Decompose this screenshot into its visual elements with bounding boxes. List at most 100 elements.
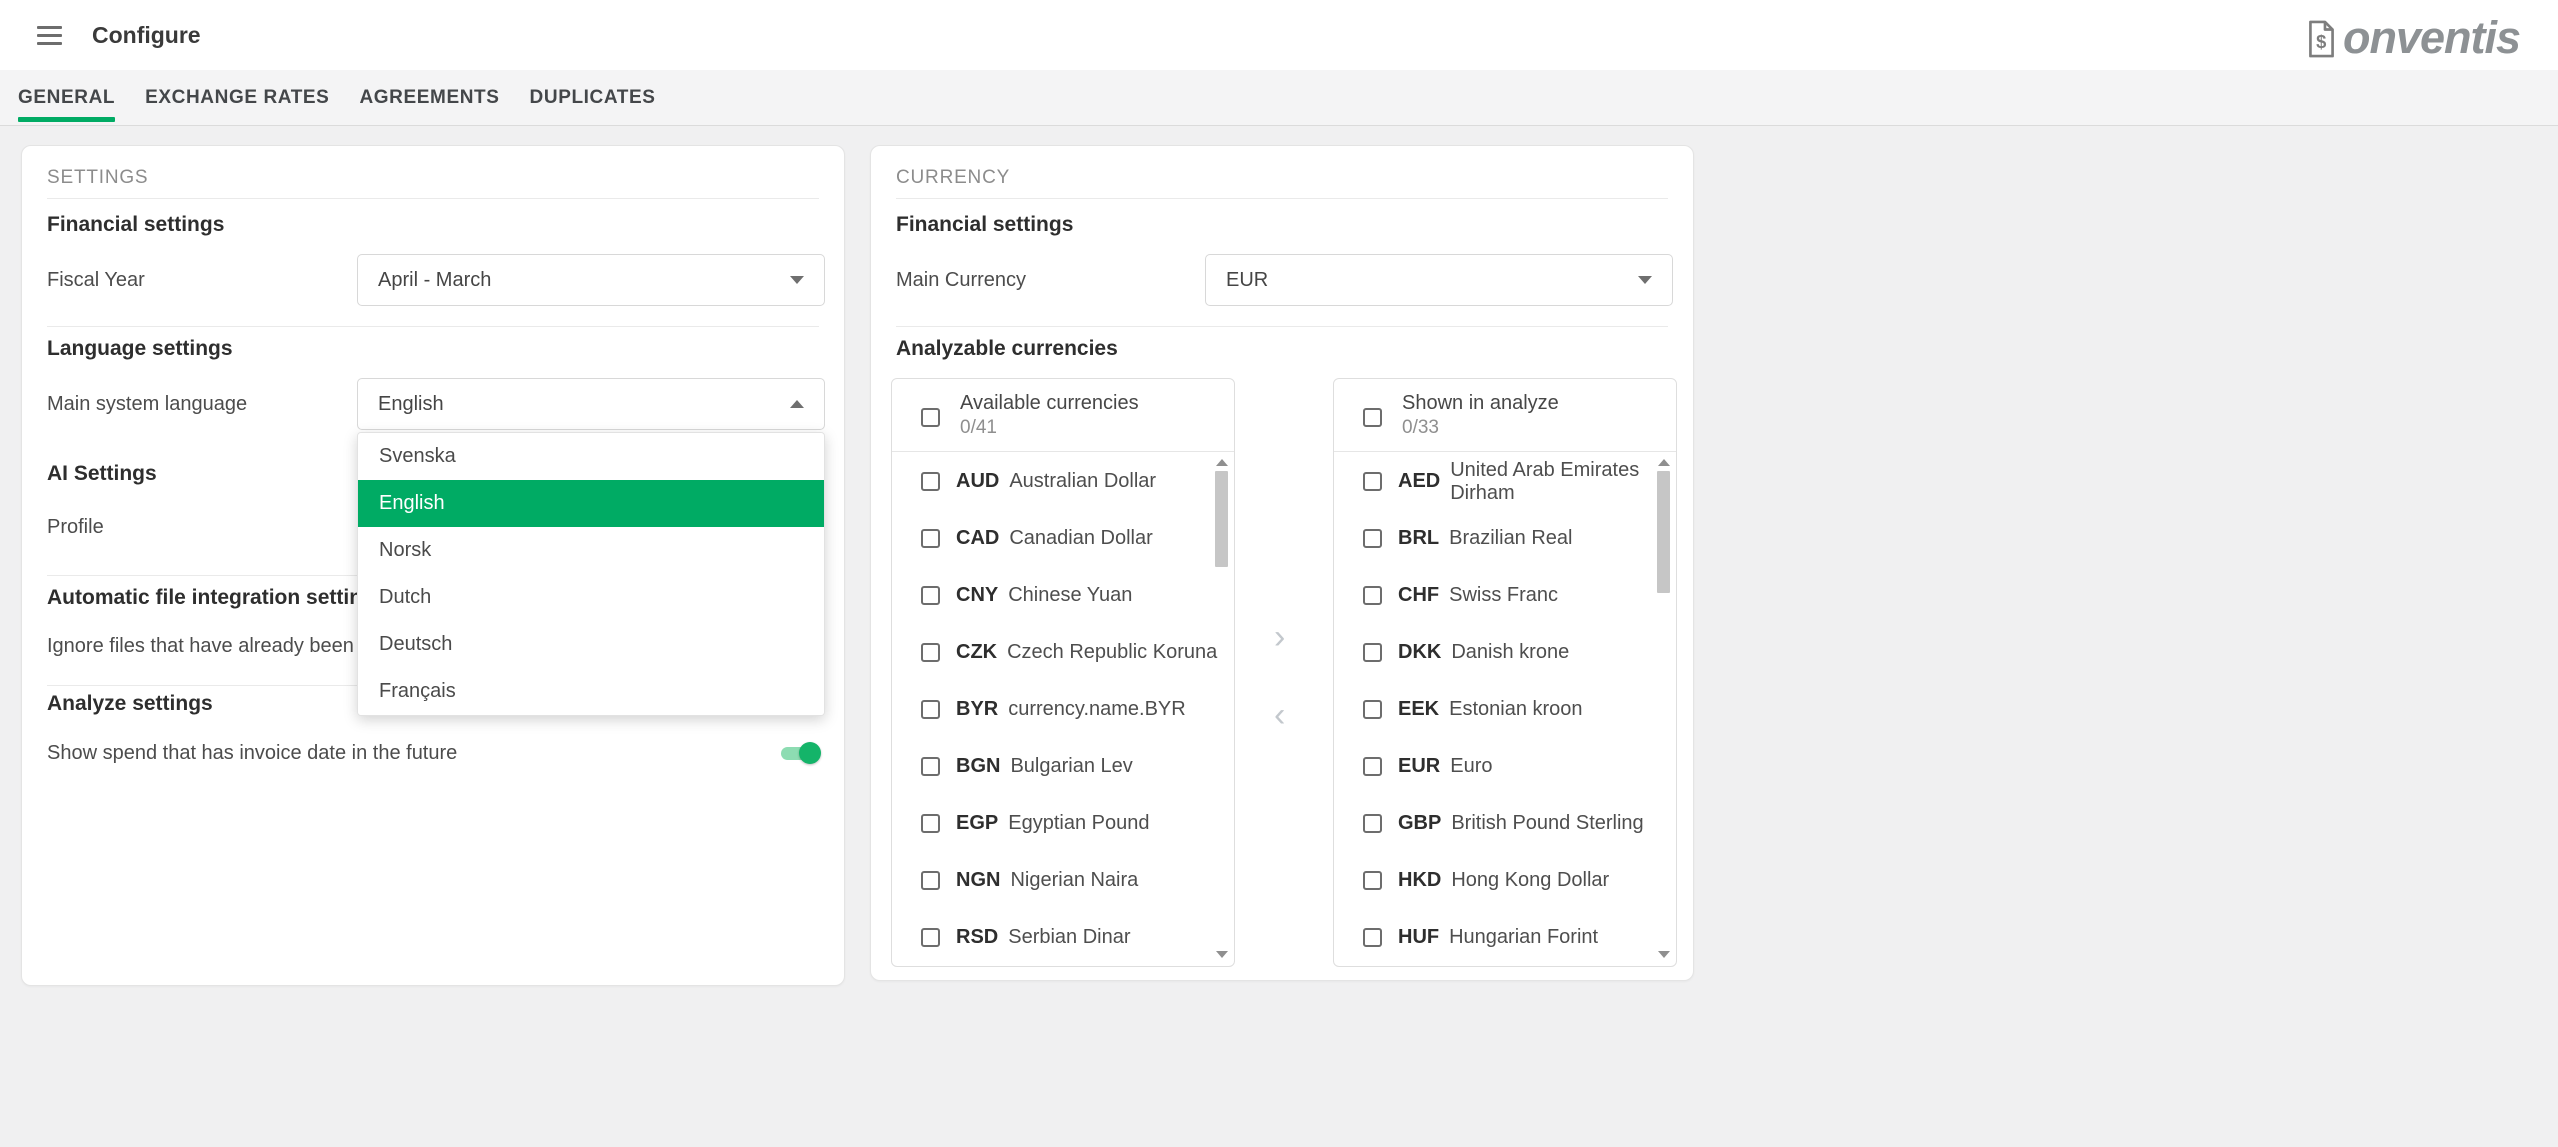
currency-name: Bulgarian Lev (1010, 755, 1132, 778)
currency-list-item[interactable]: CNY Chinese Yuan (892, 567, 1234, 624)
available-currencies-label: Available currencies (960, 391, 1139, 416)
toggle-knob (799, 742, 821, 764)
currency-checkbox[interactable] (921, 529, 940, 548)
main-system-language-value: English (378, 393, 444, 416)
currency-code: CZK (956, 641, 997, 664)
main-system-language-label: Main system language (47, 393, 247, 416)
currency-list-item[interactable]: EGP Egyptian Pound (892, 795, 1234, 852)
language-option[interactable]: Français (358, 668, 824, 715)
currency-code: BGN (956, 755, 1000, 778)
currency-checkbox[interactable] (921, 871, 940, 890)
tab-label: EXCHANGE RATES (145, 87, 329, 109)
currency-code: CHF (1398, 584, 1439, 607)
currency-checkbox[interactable] (921, 700, 940, 719)
currency-list-item[interactable]: EUR Euro (1334, 738, 1676, 795)
tab[interactable]: GENERAL (18, 70, 115, 125)
language-settings-title: Language settings (47, 337, 233, 361)
scroll-up-icon[interactable] (1216, 459, 1228, 466)
select-all-shown-checkbox[interactable] (1363, 408, 1382, 427)
currency-code: CAD (956, 527, 999, 550)
language-option[interactable]: English (358, 480, 824, 527)
main-currency-select[interactable]: EUR (1205, 254, 1673, 306)
currency-checkbox[interactable] (921, 472, 940, 491)
currency-name: Hong Kong Dollar (1451, 869, 1609, 892)
currency-checkbox[interactable] (1363, 871, 1382, 890)
move-left-button[interactable]: ‹ (1274, 698, 1285, 732)
currency-checkbox[interactable] (1363, 928, 1382, 947)
currency-list-item[interactable]: RSD Serbian Dinar (892, 909, 1234, 966)
scrollbar-thumb[interactable] (1215, 471, 1228, 567)
fiscal-year-label: Fiscal Year (47, 269, 145, 292)
currency-list-item[interactable]: HUF Hungarian Forint (1334, 909, 1676, 966)
language-option-label: Norsk (379, 539, 431, 562)
fiscal-year-select[interactable]: April - March (357, 254, 825, 306)
tab[interactable]: AGREEMENTS (359, 70, 499, 125)
currency-checkbox[interactable] (1363, 757, 1382, 776)
scroll-down-icon[interactable] (1658, 951, 1670, 958)
currency-financial-settings-title: Financial settings (896, 213, 1073, 237)
onventis-logo: onventis (2343, 12, 2520, 64)
currency-code: NGN (956, 869, 1000, 892)
select-all-available-checkbox[interactable] (921, 408, 940, 427)
currency-checkbox[interactable] (921, 814, 940, 833)
language-option[interactable]: Dutch (358, 574, 824, 621)
shown-in-analyze-header: Shown in analyze 0/33 (1334, 379, 1676, 452)
main-system-language-select[interactable]: English (357, 378, 825, 430)
language-option[interactable]: Svenska (358, 433, 824, 480)
currency-name: Egyptian Pound (1008, 812, 1149, 835)
currency-code: EUR (1398, 755, 1440, 778)
currency-list-item[interactable]: AED United Arab Emirates Dirham (1334, 453, 1676, 510)
currency-list-item[interactable]: AUD Australian Dollar (892, 453, 1234, 510)
currency-list-item[interactable]: BYR currency.name.BYR (892, 681, 1234, 738)
currency-list-item[interactable]: HKD Hong Kong Dollar (1334, 852, 1676, 909)
scroll-down-icon[interactable] (1216, 951, 1228, 958)
currency-checkbox[interactable] (1363, 586, 1382, 605)
currency-checkbox[interactable] (1363, 700, 1382, 719)
currency-name: Chinese Yuan (1008, 584, 1132, 607)
currency-list-item[interactable]: NGN Nigerian Naira (892, 852, 1234, 909)
currency-checkbox[interactable] (1363, 472, 1382, 491)
move-right-button[interactable]: › (1274, 620, 1285, 654)
divider (47, 326, 819, 327)
currency-checkbox[interactable] (921, 928, 940, 947)
currency-code: BYR (956, 698, 998, 721)
currency-checkbox[interactable] (1363, 529, 1382, 548)
currency-list-item[interactable]: BRL Brazilian Real (1334, 510, 1676, 567)
currency-checkbox[interactable] (921, 643, 940, 662)
show-spend-toggle[interactable] (781, 741, 821, 765)
scrollbar-thumb[interactable] (1657, 471, 1670, 593)
language-option-label: English (379, 492, 445, 515)
tab[interactable]: DUPLICATES (530, 70, 656, 125)
currency-list-item[interactable]: DKK Danish krone (1334, 624, 1676, 681)
currency-list-item[interactable]: CZK Czech Republic Koruna (892, 624, 1234, 681)
chevron-up-icon (790, 400, 804, 408)
available-currencies-list: AUD Australian Dollar CAD Canadian Dolla… (892, 453, 1234, 965)
tab[interactable]: EXCHANGE RATES (145, 70, 329, 125)
language-option[interactable]: Norsk (358, 527, 824, 574)
currency-list-item[interactable]: CAD Canadian Dollar (892, 510, 1234, 567)
invoice-document-icon[interactable]: $ (2306, 20, 2337, 63)
language-option-label: Deutsch (379, 633, 452, 656)
currency-checkbox[interactable] (1363, 814, 1382, 833)
currency-code: GBP (1398, 812, 1441, 835)
currency-list-item[interactable]: BGN Bulgarian Lev (892, 738, 1234, 795)
currency-checkbox[interactable] (921, 586, 940, 605)
scrollbar[interactable] (1215, 459, 1228, 958)
currency-code: AUD (956, 470, 999, 493)
chevron-down-icon (790, 276, 804, 284)
currency-code: HKD (1398, 869, 1441, 892)
tab-label: AGREEMENTS (359, 87, 499, 109)
language-option-label: Svenska (379, 445, 456, 468)
currency-list-item[interactable]: GBP British Pound Sterling (1334, 795, 1676, 852)
currency-list-item[interactable]: EEK Estonian kroon (1334, 681, 1676, 738)
language-option[interactable]: Deutsch (358, 621, 824, 668)
menu-icon[interactable] (37, 26, 62, 45)
scroll-up-icon[interactable] (1658, 459, 1670, 466)
currency-name: Euro (1450, 755, 1492, 778)
currency-checkbox[interactable] (1363, 643, 1382, 662)
currency-list-item[interactable]: CHF Swiss Franc (1334, 567, 1676, 624)
currency-code: HUF (1398, 926, 1439, 949)
currency-checkbox[interactable] (921, 757, 940, 776)
currency-name: Canadian Dollar (1009, 527, 1152, 550)
scrollbar[interactable] (1657, 459, 1670, 958)
